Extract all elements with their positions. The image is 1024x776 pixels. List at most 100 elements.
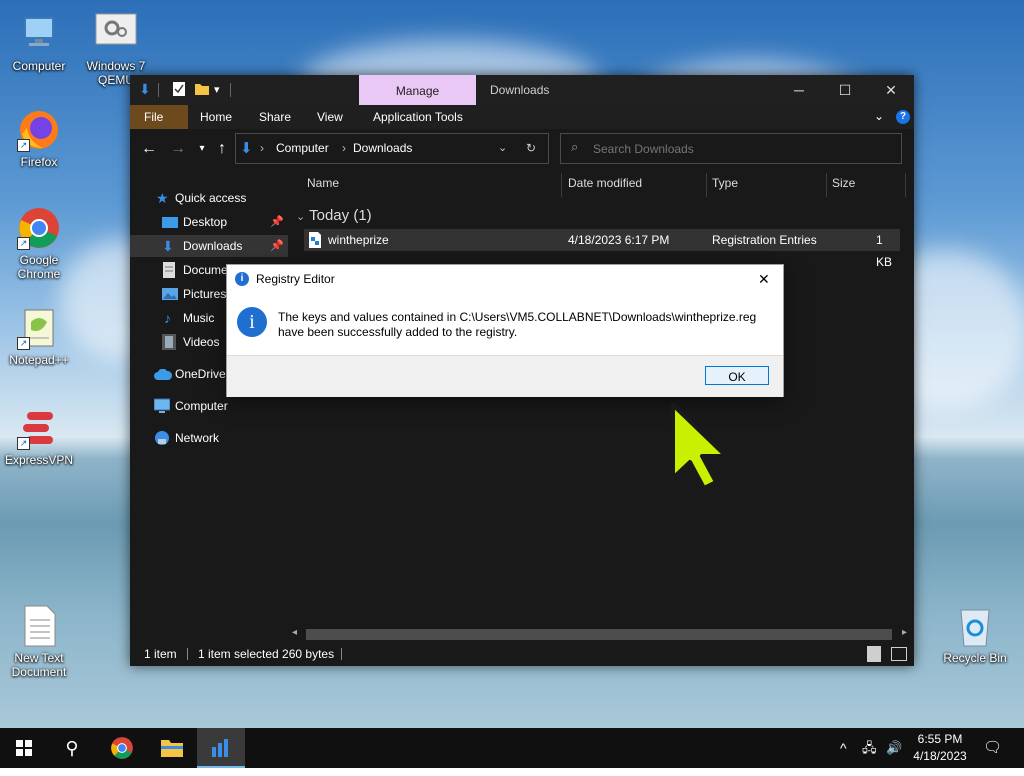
download-arrow-icon: ⬇ [162, 238, 174, 254]
search-icon: ⌕ [571, 139, 579, 154]
desktop-icon-label: New Text Document [11, 651, 67, 679]
pictures-icon [162, 286, 178, 302]
nav-item-desktop[interactable]: Desktop 📌 [130, 211, 288, 233]
nav-item-quick-access[interactable]: ★ Quick access [130, 187, 288, 209]
column-header-name[interactable]: Name [307, 169, 339, 197]
file-name: wintheprize [328, 233, 389, 247]
desktop-icon-new-text-document[interactable]: New Text Document [1, 604, 77, 679]
chrome-icon: ↗ [17, 206, 61, 250]
refresh-icon[interactable]: ↻ [526, 134, 536, 163]
desktop-icon-label: Computer [12, 59, 66, 73]
taskbar-registry-editor[interactable] [197, 728, 245, 768]
table-row[interactable]: wintheprize 4/18/2023 6:17 PM Registrati… [304, 229, 900, 269]
start-button[interactable] [0, 728, 48, 768]
nav-item-downloads[interactable]: ⬇ Downloads 📌 [130, 235, 288, 257]
new-folder-icon[interactable] [194, 81, 210, 99]
nav-item-computer[interactable]: Computer [130, 395, 288, 417]
tab-application-tools[interactable]: Application Tools [359, 105, 477, 129]
file-date-modified: 4/18/2023 6:17 PM [568, 233, 670, 247]
desktop-icon-notepadpp[interactable]: ↗ Notepad++ [1, 306, 77, 367]
scroll-right-icon[interactable]: ▸ [902, 627, 907, 638]
column-divider[interactable] [826, 173, 827, 197]
music-note-icon: ♪ [164, 310, 171, 326]
properties-icon[interactable] [172, 81, 186, 99]
address-bar[interactable]: ⬇ › Computer › Downloads ⌄ ↻ [235, 133, 549, 164]
desktop-icon-expressvpn[interactable]: ↗ ExpressVPN [1, 406, 77, 467]
download-arrow-icon[interactable]: ⬇ [139, 81, 151, 99]
dialog-message-line: The keys and values contained in C:\User… [278, 310, 757, 324]
pin-icon[interactable]: 📌 [270, 211, 284, 233]
dialog-footer: OK [227, 355, 783, 397]
clock-time: 6:55 PM [917, 732, 963, 746]
network-icon [154, 430, 170, 446]
notifications-icon[interactable]: 🗨 [983, 728, 1002, 768]
breadcrumb-computer[interactable]: Computer [276, 134, 329, 163]
tab-share[interactable]: Share [245, 105, 305, 129]
computer-icon [153, 398, 171, 414]
window-title: Downloads [490, 83, 550, 97]
desktop-icon-recycle-bin[interactable]: Recycle Bin [937, 604, 1013, 665]
ok-button[interactable]: OK [705, 366, 769, 385]
column-divider[interactable] [561, 173, 562, 197]
tab-file[interactable]: File [130, 105, 188, 129]
close-button[interactable]: ✕ [868, 75, 914, 105]
nav-label: Network [175, 431, 220, 445]
scroll-left-icon[interactable]: ◂ [292, 627, 297, 638]
desktop-icon-chrome[interactable]: ↗ Google Chrome [1, 206, 77, 281]
breadcrumb-separator-icon: › [342, 141, 346, 155]
nav-item-network[interactable]: Network [130, 427, 288, 449]
info-icon: i [237, 307, 267, 337]
column-divider[interactable] [706, 173, 707, 197]
registry-file-icon [308, 232, 322, 255]
breadcrumb-downloads[interactable]: Downloads [353, 134, 412, 163]
mouse-cursor-icon [671, 403, 728, 490]
volume-icon[interactable]: 🔊 [886, 728, 902, 768]
cloud-icon [154, 366, 173, 382]
group-header-today[interactable]: ⌄ Today (1) [296, 207, 372, 224]
status-item-count: 1 item [144, 647, 177, 661]
chevron-down-icon[interactable]: ⌄ [498, 134, 507, 163]
close-icon[interactable]: ✕ [758, 265, 770, 293]
column-header-date-modified[interactable]: Date modified [568, 169, 642, 197]
minimize-button[interactable]: ─ [776, 75, 822, 105]
group-label: Today (1) [309, 207, 372, 224]
details-view-icon[interactable] [867, 646, 881, 662]
text-file-icon [17, 604, 61, 648]
tab-manage[interactable]: Manage [359, 75, 476, 105]
scrollbar-thumb[interactable] [306, 629, 892, 640]
up-button[interactable]: ↑ [212, 139, 232, 159]
large-icons-view-icon[interactable] [891, 647, 907, 661]
taskbar-file-explorer[interactable] [148, 728, 196, 768]
desktop-icon-label: Notepad++ [9, 353, 69, 367]
horizontal-scrollbar[interactable]: ◂ ▸ [288, 627, 914, 642]
desktop-icon-firefox[interactable]: ↗ Firefox [1, 108, 77, 169]
system-clock[interactable]: 6:55 PM 4/18/2023 [907, 731, 973, 765]
chrome-icon [111, 737, 133, 759]
customize-quick-access-icon[interactable]: ▾ [214, 83, 220, 101]
recent-locations-icon[interactable]: ▾ [192, 139, 212, 159]
column-header-size[interactable]: Size [832, 169, 855, 197]
separator [341, 648, 342, 660]
address-row: ← → ▾ ↑ ⬇ › Computer › Downloads ⌄ ↻ ⌕ [130, 129, 914, 169]
file-type: Registration Entries [712, 233, 817, 247]
chevron-up-icon[interactable]: ^ [840, 728, 847, 768]
search-button[interactable]: ⚲ [48, 728, 96, 768]
back-button[interactable]: ← [139, 139, 159, 159]
forward-button[interactable]: → [168, 139, 188, 159]
help-icon[interactable]: ? [896, 110, 910, 124]
tab-home[interactable]: Home [186, 105, 246, 129]
pin-icon[interactable]: 📌 [270, 235, 284, 257]
search-input[interactable] [591, 138, 895, 160]
recycle-bin-icon [953, 604, 997, 648]
chevron-down-icon[interactable]: ⌄ [874, 109, 884, 123]
column-header-type[interactable]: Type [712, 169, 738, 197]
network-icon[interactable]: 🖧 [862, 728, 877, 768]
taskbar-chrome[interactable] [98, 728, 146, 768]
tab-view[interactable]: View [303, 105, 357, 129]
nav-label: Desktop [183, 215, 228, 229]
maximize-button[interactable]: ☐ [822, 75, 868, 105]
search-box[interactable]: ⌕ [560, 133, 902, 164]
column-divider[interactable] [905, 173, 906, 197]
desktop-icon-computer[interactable]: Computer [1, 12, 77, 73]
chevron-down-icon: ⌄ [296, 211, 306, 223]
